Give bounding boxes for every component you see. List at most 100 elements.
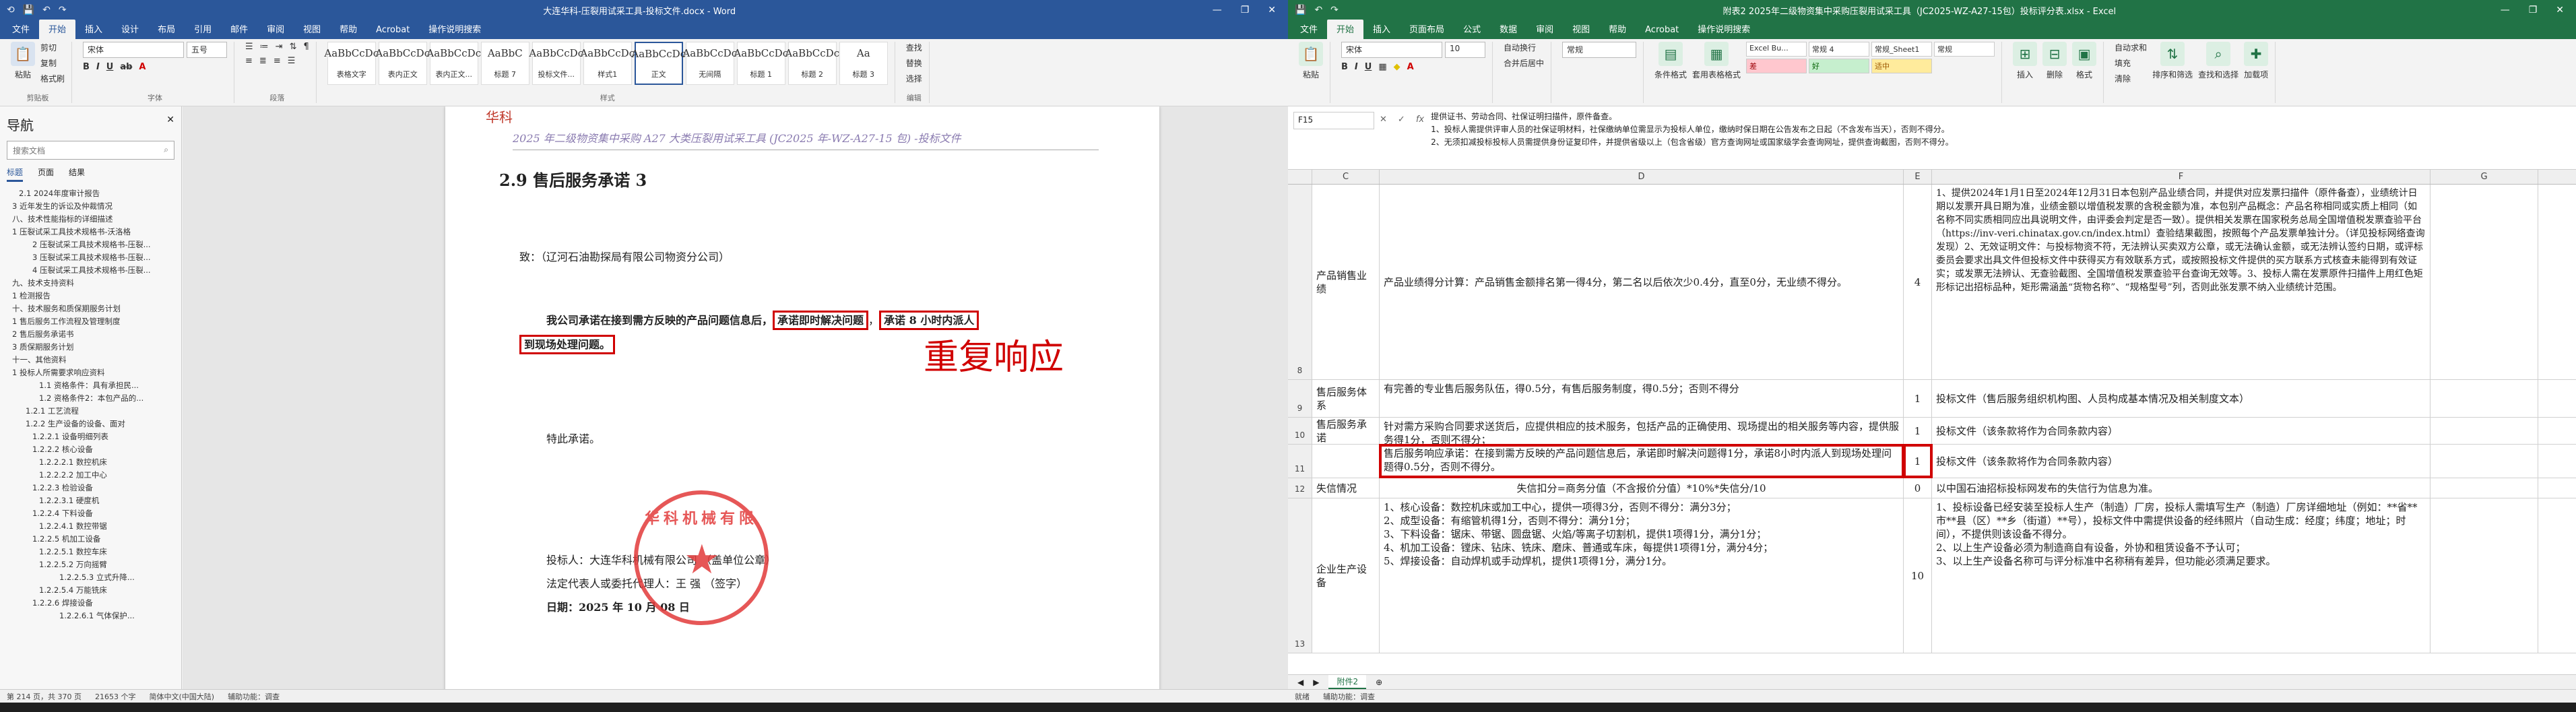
- nav-heading-item[interactable]: 1 售后服务工作流程及管理制度: [7, 315, 174, 328]
- sheet-next-icon[interactable]: ▶: [1313, 678, 1319, 687]
- cell[interactable]: 投标文件（该条款将作为合同条款内容）: [1932, 445, 2430, 478]
- tab-design[interactable]: 设计: [112, 20, 148, 39]
- word-count[interactable]: 21653 个字: [95, 691, 136, 702]
- tab-formulas[interactable]: 公式: [1454, 20, 1490, 39]
- undo-icon[interactable]: ↶: [1314, 5, 1322, 15]
- close-icon[interactable]: ✕: [2556, 5, 2564, 15]
- cell-style[interactable]: 常规 4: [1809, 42, 1870, 57]
- nav-heading-item[interactable]: 九、技术支持资料: [7, 277, 174, 290]
- nav-heading-item[interactable]: 1 检测报告: [7, 290, 174, 302]
- nav-heading-item[interactable]: 1.2.1 工艺流程: [7, 405, 174, 418]
- style-item[interactable]: Aa 标题 3: [839, 42, 888, 85]
- minimize-icon[interactable]: —: [1213, 5, 1222, 15]
- cell[interactable]: 售后服务承诺: [1312, 418, 1380, 444]
- page-count[interactable]: 第 214 页，共 370 页: [7, 691, 82, 702]
- font-size-select[interactable]: 10: [1445, 42, 1485, 58]
- undo-icon[interactable]: ↶: [42, 5, 51, 15]
- cell[interactable]: 失信情况: [1312, 478, 1380, 498]
- tab-references[interactable]: 引用: [185, 20, 221, 39]
- accessibility[interactable]: 辅助功能：调查: [228, 691, 280, 702]
- tab-acrobat[interactable]: Acrobat: [1636, 22, 1688, 39]
- nav-heading-item[interactable]: 3 质保期服务计划: [7, 341, 174, 354]
- strikethrough-button[interactable]: ab: [120, 62, 132, 72]
- tab-mailings[interactable]: 邮件: [221, 20, 257, 39]
- nav-heading-item[interactable]: 3 压裂试采工具技术规格书-压裂...: [7, 251, 174, 264]
- sort-filter-button[interactable]: ⇅ 排序和筛选: [2152, 42, 2193, 80]
- save-icon[interactable]: 💾: [23, 5, 34, 15]
- copy-button[interactable]: 复制: [40, 57, 65, 69]
- enter-icon[interactable]: ✓: [1398, 115, 1405, 125]
- clear-button[interactable]: 清除: [2115, 73, 2147, 84]
- tab-help[interactable]: 帮助: [1599, 20, 1636, 39]
- cell[interactable]: [2430, 185, 2538, 379]
- cell[interactable]: [2430, 478, 2538, 498]
- row-number[interactable]: 8: [1288, 185, 1312, 379]
- accessibility[interactable]: 辅助功能：调查: [1323, 691, 1375, 702]
- save-icon[interactable]: 💾: [1295, 5, 1306, 15]
- nav-heading-item[interactable]: 1.2.2.5.4 万能铣床: [7, 584, 174, 597]
- redo-icon[interactable]: ↷: [59, 5, 67, 15]
- italic-button[interactable]: I: [1355, 62, 1358, 72]
- close-icon[interactable]: ✕: [166, 115, 174, 134]
- language[interactable]: 简体中文(中国大陆): [149, 691, 214, 702]
- show-marks-icon[interactable]: ¶: [303, 42, 309, 52]
- italic-button[interactable]: I: [96, 62, 100, 72]
- style-item[interactable]: AaBbCcDc 样式1: [580, 42, 635, 85]
- nav-heading-item[interactable]: 1.2.2.3.1 硬度机: [7, 494, 174, 507]
- select-all-corner[interactable]: [1288, 170, 1312, 184]
- formula-input[interactable]: 提供证书、劳动合同、社保证明扫描件，原件备查。 1、投标人需提供评审人员的社保证…: [1424, 106, 2576, 169]
- merge-center-button[interactable]: 合并后居中: [1504, 57, 1544, 69]
- nav-heading-item[interactable]: 1.2 资格条件2：本包产品的...: [7, 392, 174, 405]
- redo-icon[interactable]: ↷: [1330, 5, 1339, 15]
- tab-file[interactable]: 文件: [1291, 20, 1327, 39]
- cell-style-neutral[interactable]: 适中: [1871, 59, 1933, 73]
- restore-icon[interactable]: ❐: [2529, 5, 2538, 15]
- nav-heading-item[interactable]: 1.2.2.6 焊接设备: [7, 597, 174, 610]
- restore-icon[interactable]: ❐: [1241, 5, 1250, 15]
- cell[interactable]: 针对需方采购合同要求送货后，应提供相应的技术服务，包括产品的正确使用、现场提出的…: [1380, 418, 1904, 444]
- sort-icon[interactable]: ⇅: [290, 42, 297, 52]
- nav-heading-item[interactable]: 1.2.2.4.1 数控带锯: [7, 520, 174, 533]
- nav-heading-item[interactable]: 2.1 2024年度审计报告: [7, 187, 174, 200]
- insert-cells-button[interactable]: ⊞ 插入: [2013, 42, 2038, 80]
- paste-button[interactable]: 📋 粘贴: [1299, 42, 1323, 80]
- cell[interactable]: [2430, 380, 2538, 417]
- add-ins-button[interactable]: ✚ 加载项: [2244, 42, 2268, 80]
- cell[interactable]: 1、提供2024年1月1日至2024年12月31日本包别产品业绩合同，并提供对应…: [1932, 185, 2430, 379]
- style-item-selected[interactable]: AaBbCcDc 正文: [631, 42, 686, 85]
- find-select-button[interactable]: ⌕ 查找和选择: [2198, 42, 2239, 80]
- nav-heading-item[interactable]: 1.2.2.4 下料设备: [7, 507, 174, 520]
- highlighted-cell[interactable]: 1: [1903, 444, 1933, 478]
- cell[interactable]: 投标文件（该条款将作为合同条款内容）: [1932, 418, 2430, 444]
- bold-button[interactable]: B: [1341, 62, 1348, 72]
- cell[interactable]: 产品销售业绩: [1312, 185, 1380, 379]
- nav-heading-item[interactable]: 1.2.2.6.1 气体保护...: [7, 610, 174, 622]
- numbering-icon[interactable]: ≔: [260, 42, 269, 52]
- nav-heading-item[interactable]: 1.2.2.1 设备明细列表: [7, 430, 174, 443]
- nav-tab-pages[interactable]: 页面: [38, 166, 54, 182]
- style-item[interactable]: AaBbCcDc 无间隔: [682, 42, 737, 85]
- format-painter-button[interactable]: 格式刷: [40, 73, 65, 84]
- nav-heading-item[interactable]: 1.1 资格条件：具有承担民...: [7, 379, 174, 392]
- nav-heading-item[interactable]: 2 压裂试采工具技术规格书-压裂...: [7, 238, 174, 251]
- nav-search-input[interactable]: 搜索文档 ⌕: [7, 141, 174, 160]
- tell-me-search[interactable]: 操作说明搜索: [419, 20, 490, 39]
- cell[interactable]: 1: [1904, 418, 1932, 444]
- font-size-select[interactable]: 五号: [187, 42, 228, 58]
- nav-heading-item[interactable]: 1 压裂试采工具技术规格书-沃洛格: [7, 226, 174, 238]
- nav-heading-item[interactable]: 3 近年发生的诉讼及仲裁情况: [7, 200, 174, 213]
- tab-layout[interactable]: 布局: [148, 20, 185, 39]
- tab-review[interactable]: 审阅: [1526, 20, 1563, 39]
- bullets-icon[interactable]: ☰: [245, 42, 253, 52]
- indent-icon[interactable]: ⇥: [276, 42, 283, 52]
- cell[interactable]: 企业生产设备: [1312, 498, 1380, 653]
- add-sheet-icon[interactable]: ⊕: [1376, 678, 1382, 687]
- cell[interactable]: 有完善的专业售后服务队伍，得0.5分，有售后服务制度，得0.5分；否则不得分: [1380, 380, 1904, 417]
- row-number[interactable]: 12: [1288, 478, 1312, 498]
- tab-review[interactable]: 审阅: [257, 20, 294, 39]
- table-format-button[interactable]: ▦ 套用表格格式: [1692, 42, 1741, 80]
- tab-home[interactable]: 开始: [39, 20, 76, 39]
- row-number[interactable]: 9: [1288, 380, 1312, 417]
- cell[interactable]: 售后服务体系: [1312, 380, 1380, 417]
- cell[interactable]: 1、核心设备：数控机床或加工中心，提供一项得3分，否则不得分：满分3分； 2、成…: [1380, 498, 1904, 653]
